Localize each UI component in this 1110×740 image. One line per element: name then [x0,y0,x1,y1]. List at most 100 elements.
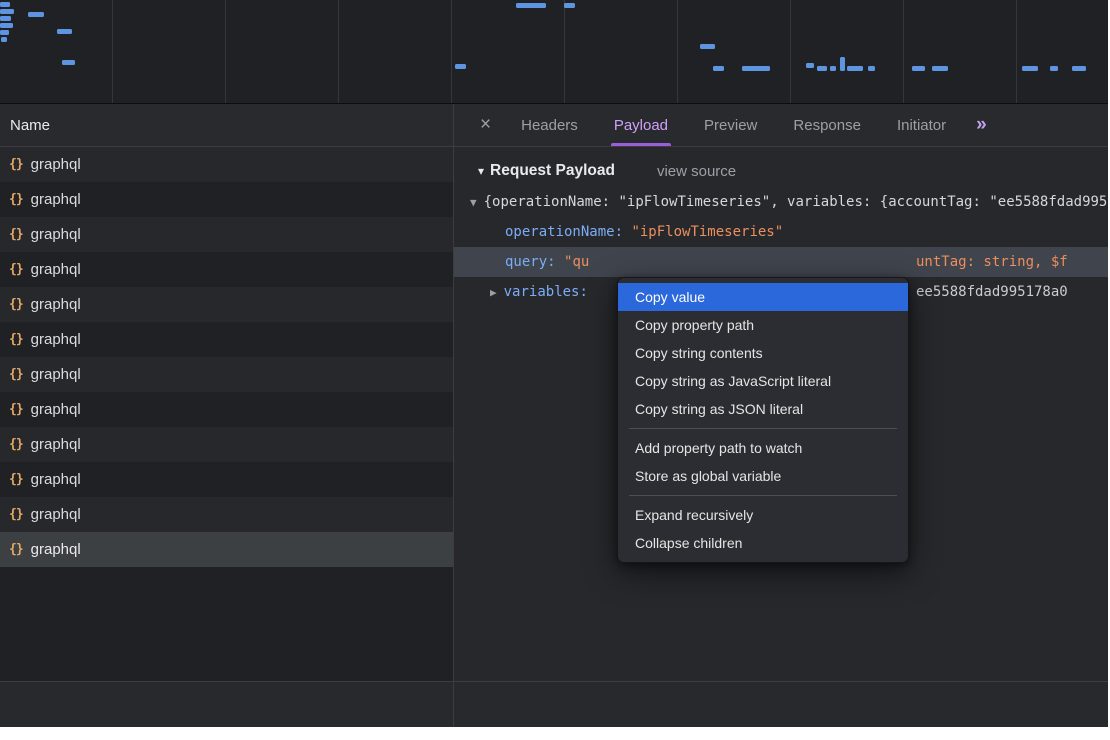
network-request-row[interactable]: {} graphql [0,287,453,322]
request-timeline-bar [455,64,466,69]
menu-item-store-as-global-variable[interactable]: Store as global variable [618,462,908,490]
network-request-row[interactable]: {} graphql [0,462,453,497]
request-name: graphql [31,471,81,488]
query-property-row[interactable]: query: "qu untTag: string, $f [454,247,1108,277]
request-timeline-bar [700,44,715,49]
property-value-continued: untTag: string, $f [916,247,1068,277]
panel-divider[interactable] [453,104,454,727]
request-timeline-bar [564,3,575,8]
fetch-icon: {} [9,367,23,382]
network-request-row[interactable]: {} graphql [0,427,453,462]
menu-item-expand-recursively[interactable]: Expand recursively [618,501,908,529]
tab-payload[interactable]: Payload [614,104,668,146]
request-name: graphql [31,436,81,453]
request-timeline-bar [1050,66,1058,71]
menu-item-copy-string-contents[interactable]: Copy string contents [618,339,908,367]
request-timeline-bar [57,29,72,34]
menu-item-collapse-children[interactable]: Collapse children [618,529,908,557]
network-request-row[interactable]: {}graphql [0,532,453,567]
request-timeline-bar [806,63,814,68]
request-name: graphql [31,191,81,208]
fetch-icon: {} [9,437,23,452]
network-request-row[interactable]: {} graphql [0,357,453,392]
fetch-icon: {} [9,507,23,522]
root-object-preview: {operationName: "ipFlowTimeseries", vari… [484,194,1108,210]
collapsed-arrow-icon[interactable]: ▶ [490,286,497,299]
property-preview-continued: ee5588fdad995178a0 [916,277,1068,307]
menu-item-copy-string-as-javascript-literal[interactable]: Copy string as JavaScript literal [618,367,908,395]
request-timeline-bar [817,66,827,71]
request-timeline-bar [713,66,724,71]
request-name: graphql [31,401,81,418]
property-value: "ipFlowTimeseries" [631,224,783,240]
menu-item-add-property-path-to-watch[interactable]: Add property path to watch [618,434,908,462]
request-timeline-bar [868,66,875,71]
request-timeline-bar [830,66,836,71]
menu-item-copy-string-as-json-literal[interactable]: Copy string as JSON literal [618,395,908,423]
close-icon[interactable]: × [480,114,491,136]
request-timeline-bar [28,12,44,17]
detail-tabs-bar: × Headers Payload Preview Response Initiator… [454,104,1108,146]
network-request-row[interactable]: {} graphql [0,147,453,182]
fetch-icon: {} [9,542,23,557]
tab-initiator[interactable]: Initiator [897,104,946,146]
tabs-list: Headers Payload Preview Response Initiator [503,104,964,146]
context-menu: Copy valueCopy property pathCopy string … [617,277,909,563]
header-band: Name × Headers Payload Preview Response Init… [0,104,1108,147]
request-timeline-bar [62,60,75,65]
request-timeline-bar [516,3,546,8]
network-request-row[interactable]: {} graphql [0,182,453,217]
request-name: graphql [31,261,81,278]
property-key: operationName: [505,224,631,240]
fetch-icon: {} [9,262,23,277]
network-request-list: {} graphql {} graphql {} graphql {} graphql {} gr… [0,147,453,567]
fetch-icon: {} [9,297,23,312]
request-timeline-bar [0,9,14,14]
property-key: variables: [504,284,588,300]
fetch-icon: {} [9,157,23,172]
request-payload-title: Request Payload [490,162,615,180]
menu-item-copy-value[interactable]: Copy value [618,283,908,311]
fetch-icon: {} [9,192,23,207]
property-key: query: [505,254,564,270]
request-payload-section-header: ▾ Request Payload view source [454,147,1108,187]
menu-item-copy-property-path[interactable]: Copy property path [618,311,908,339]
request-name: graphql [31,506,81,523]
request-timeline-bar [840,57,845,71]
network-request-row[interactable]: {} graphql [0,217,453,252]
tab-headers[interactable]: Headers [521,104,578,146]
request-timeline-bar [742,66,770,71]
section-collapse-icon[interactable]: ▾ [478,164,484,178]
status-bar [0,681,1108,727]
request-name: graphql [31,366,81,383]
request-timeline-bar [932,66,948,71]
tab-preview[interactable]: Preview [704,104,757,146]
request-name: graphql [31,296,81,313]
request-timeline-bar [912,66,925,71]
name-column-header[interactable]: Name [10,117,50,134]
tab-response[interactable]: Response [793,104,861,146]
root-object-row[interactable]: ▼ {operationName: "ipFlowTimeseries", var… [454,187,1108,217]
request-timeline-bar [0,2,10,7]
view-source-link[interactable]: view source [657,163,736,180]
menu-divider [629,428,897,429]
fetch-icon: {} [9,227,23,242]
network-overview-timeline[interactable] [0,0,1108,104]
operation-name-property-row[interactable]: operationName: "ipFlowTimeseries" [454,217,1108,247]
network-request-row[interactable]: {} graphql [0,497,453,532]
request-name: graphql [31,226,81,243]
request-timeline-bar [1,37,7,42]
network-request-row[interactable]: {} graphql [0,392,453,427]
request-name: graphql [31,331,81,348]
request-timeline-bar [0,23,13,28]
request-timeline-bar [0,16,11,21]
network-request-row[interactable]: {} graphql [0,252,453,287]
request-timeline-bar [1022,66,1038,71]
fetch-icon: {} [9,472,23,487]
expanded-arrow-icon[interactable]: ▼ [470,196,477,209]
overflow-tabs-icon[interactable]: » [976,114,987,136]
request-name: graphql [31,156,81,173]
fetch-icon: {} [9,402,23,417]
request-timeline-bar [0,30,9,35]
network-request-row[interactable]: {}graphql [0,322,453,357]
